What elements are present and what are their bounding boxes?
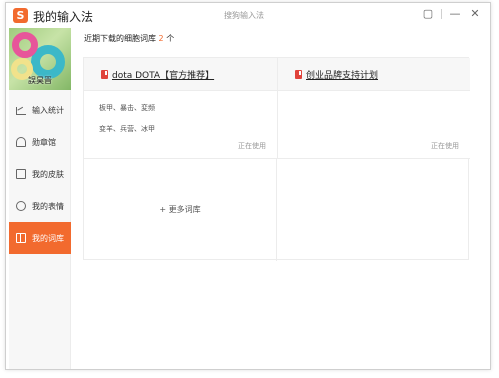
main-panel: 近期下载的细胞词库 2 个 dota DOTA【官方推荐】 板甲、暴击、変频 变… [72,28,490,369]
sidebar-item-input-stats[interactable]: 输入统计 [9,94,71,126]
section-title-text: 近期下载的细胞词库 [84,34,156,43]
sidebar-item-emoticons[interactable]: 我的表情 [9,190,71,222]
title-bar: S 我的输入法 搜狗输入法 ▢ — ✕ [6,3,490,28]
status-badge: 正在使用 [238,142,266,150]
sidebar-item-label: 输入统计 [32,105,64,115]
section-title: 近期下载的细胞词库 2 个 [84,33,174,44]
sogou-logo-icon: S [13,8,28,23]
sidebar-item-dictionaries[interactable]: 我的词库 [9,222,71,254]
status-badge: 正在使用 [431,142,459,150]
window-caption: 搜狗输入法 [224,11,264,20]
dictionary-icon [295,70,302,79]
feedback-icon[interactable]: ▢ [421,7,435,21]
dictionary-icon [101,70,108,79]
sidebar-item-label: 我的皮肤 [32,169,64,179]
username-label: 誤昊晋 [28,76,52,85]
bell-icon [16,137,26,147]
more-dictionaries-button[interactable]: + 更多词库 [84,158,277,261]
sidebar-item-skins[interactable]: 我的皮肤 [9,158,71,190]
app-window: S 我的输入法 搜狗输入法 ▢ — ✕ 誤昊晋 输入统计 勋章馆 我的皮肤 我的… [5,2,491,370]
close-button[interactable]: ✕ [468,7,482,21]
dictionary-sample-words: 板甲、暴击、変频 [99,104,155,112]
avatar-ring-pink [12,32,38,58]
smile-icon [16,201,26,211]
dictionary-card[interactable]: dota DOTA【官方推荐】 板甲、暴击、変频 变羊、兵营、冰甲 正在使用 [84,58,277,158]
more-dictionaries-label: + 更多词库 [159,205,201,214]
card-header: 创业品牌支持计划 [278,58,470,91]
sidebar-item-label: 勋章馆 [32,137,56,147]
sidebar-item-label: 我的表情 [32,201,64,211]
dictionary-card[interactable]: 创业品牌支持计划 正在使用 [278,58,470,158]
sidebar-item-medals[interactable]: 勋章馆 [9,126,71,158]
avatar[interactable]: 誤昊晋 [9,28,71,90]
sidebar: 誤昊晋 输入统计 勋章馆 我的皮肤 我的表情 我的词库 [9,28,71,369]
dictionary-grid: dota DOTA【官方推荐】 板甲、暴击、変频 变羊、兵营、冰甲 正在使用 创… [83,57,470,261]
chart-icon [16,105,26,115]
minimize-button[interactable]: — [448,7,462,21]
dictionary-sample-words: 变羊、兵营、冰甲 [99,125,155,133]
controls-separator [441,9,442,19]
book-icon [16,233,26,243]
dictionary-title-link[interactable]: dota DOTA【官方推荐】 [112,68,214,81]
card-header: dota DOTA【官方推荐】 [84,58,277,91]
window-controls: ▢ — ✕ [421,7,482,21]
shirt-icon [16,169,26,179]
count-suffix: 个 [166,34,175,43]
sidebar-item-label: 我的词库 [32,233,64,243]
dictionary-count: 2 [158,34,164,43]
app-title: 我的输入法 [33,10,94,24]
dictionary-title-link[interactable]: 创业品牌支持计划 [306,68,378,81]
